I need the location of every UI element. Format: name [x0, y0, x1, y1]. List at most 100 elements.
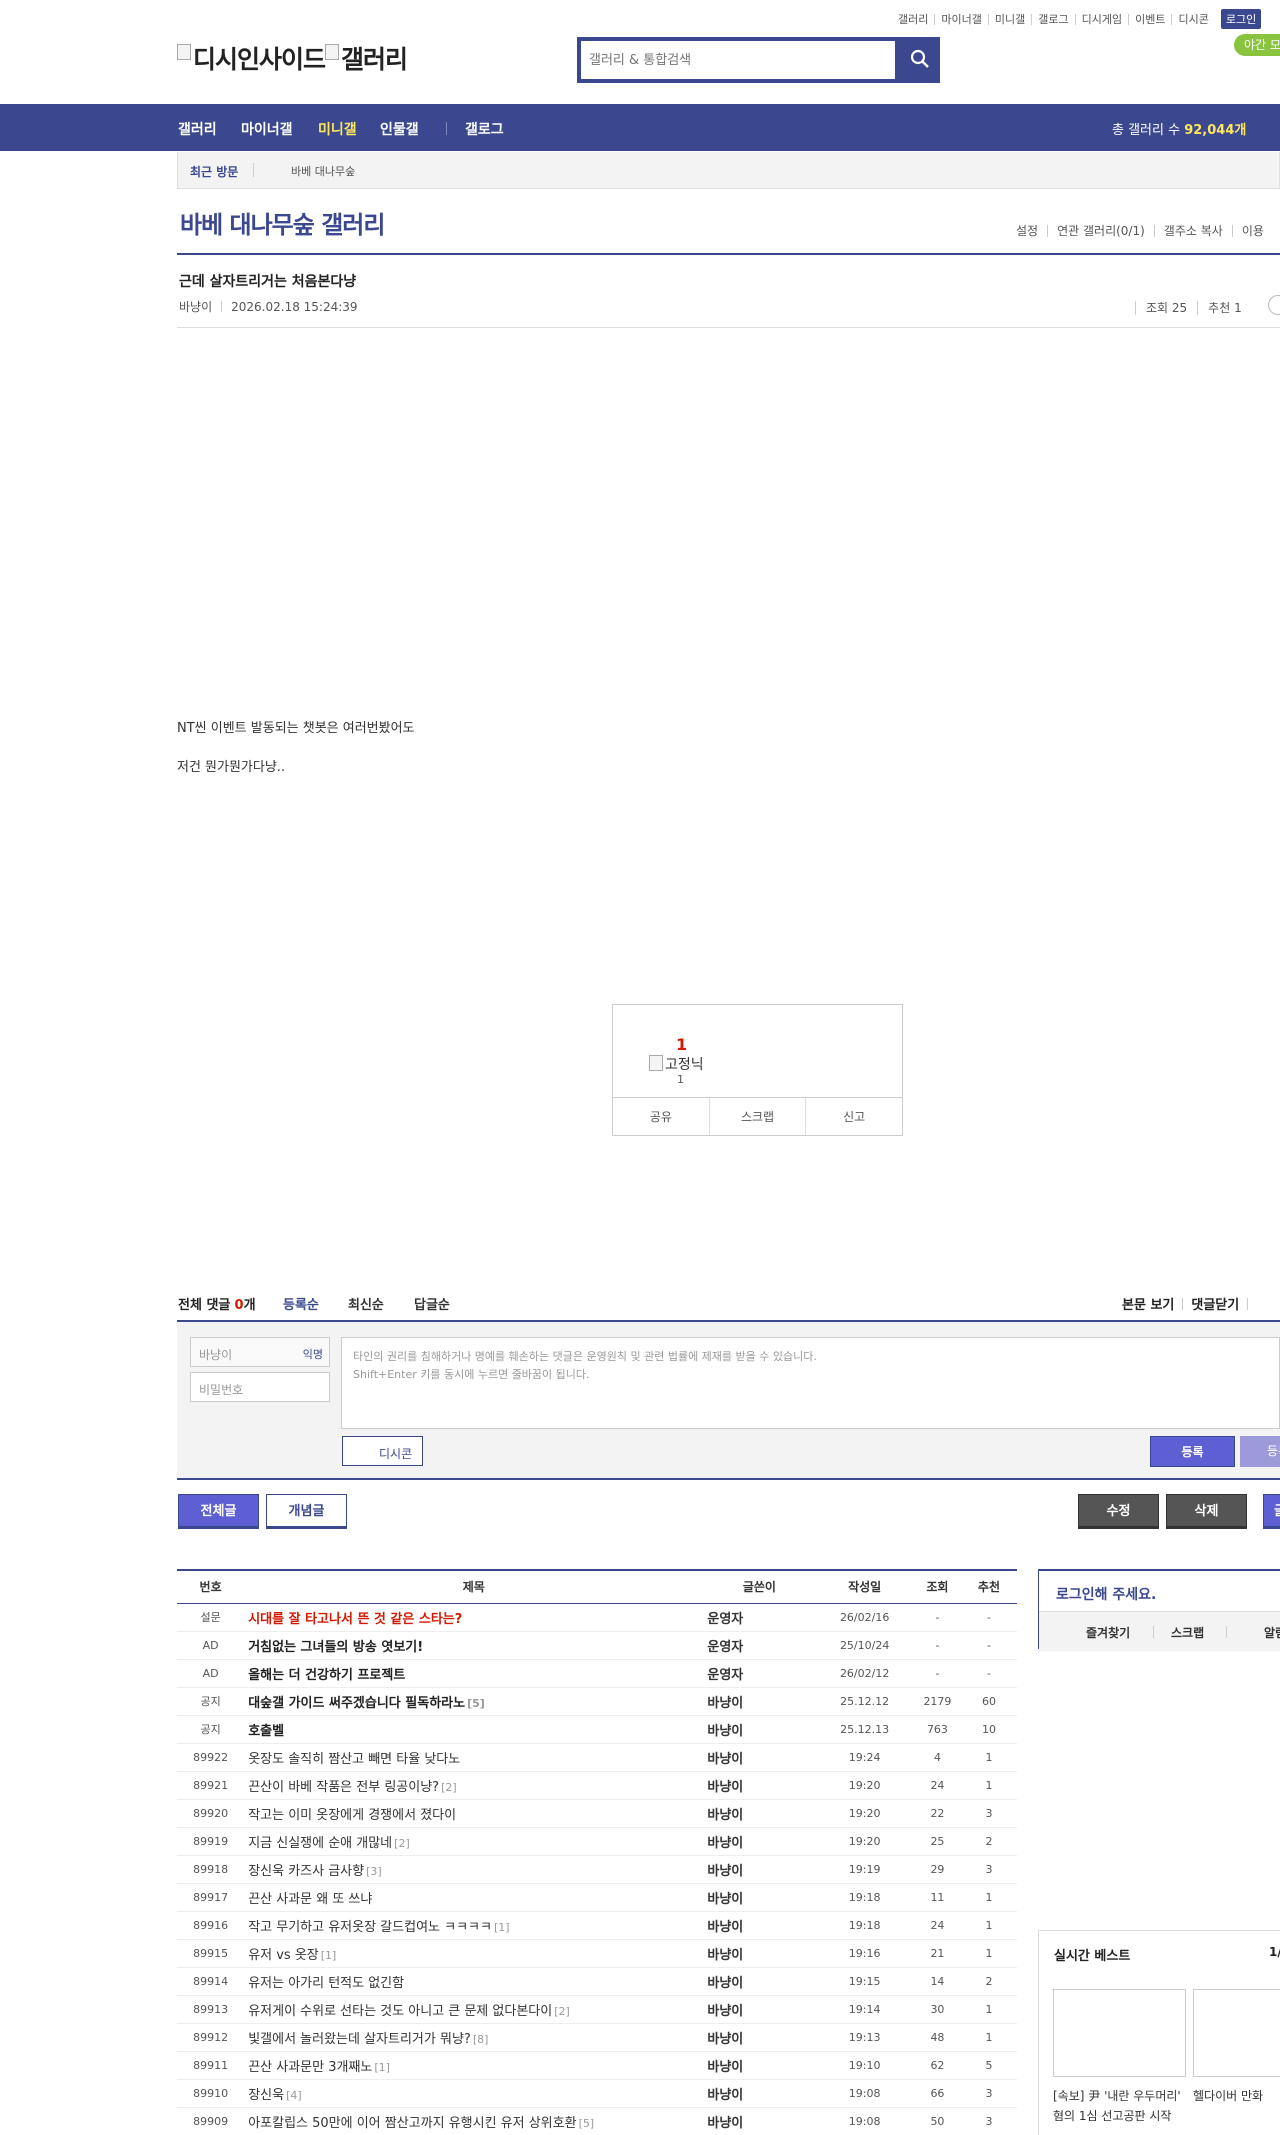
table-row[interactable]: 설문 시대를 잘 타고나서 뜬 것 같은 스타는? 운영자 26/02/16 - -	[177, 1603, 1017, 1631]
row-title[interactable]: 빛갤에서 놀러왔는데 살자트리거가 뭐냥? [8]	[244, 2023, 703, 2051]
row-writer[interactable]: 바냥이	[703, 1883, 815, 1911]
best-caption[interactable]: 헬다이버 만화	[1193, 2086, 1280, 2106]
row-title[interactable]: 옷장도 솔직히 짬산고 빼면 타율 낮다노	[244, 1743, 703, 1771]
row-writer[interactable]: 바냥이	[703, 1799, 815, 1827]
row-title-text[interactable]: 작고 무기하고 유저옷장 갈드컵여노 ㅋㅋㅋㅋ	[248, 1920, 492, 1935]
table-row[interactable]: 89915 유저 vs 옷장 [1] 바냥이 19:16 21 1	[177, 1939, 1017, 1967]
nav-item-person[interactable]: 인물갤	[380, 119, 419, 139]
row-title-text[interactable]: 거침없는 그녀들의 방송 엿보기!	[248, 1640, 423, 1655]
gallery-title[interactable]: 바베 대나무숲 갤러리	[180, 205, 385, 240]
table-row[interactable]: 공지 대숲갤 가이드 써주겠습니다 필독하라노 [5] 바냥이 25.12.12 2179…	[177, 1687, 1017, 1715]
table-row[interactable]: 89914 유저는 아가리 턴적도 없긴함 바냥이 19:15 14 2	[177, 1967, 1017, 1995]
toplink-dccon[interactable]: 디시콘	[1171, 13, 1214, 25]
row-title-text[interactable]: 아포칼립스 50만에 이어 짬산고까지 유행시킨 유저 상위호환	[248, 2116, 576, 2131]
notifications-link[interactable]: 알림	[1264, 1624, 1280, 1641]
row-writer[interactable]: 바냥이	[703, 2023, 815, 2051]
row-title[interactable]: 장신욱 카즈사 금사향 [3]	[244, 1855, 703, 1883]
gallery-settings-link[interactable]: 설정	[1007, 225, 1047, 237]
row-title-text[interactable]: 지금 신실쟁에 순애 개많네	[248, 1836, 392, 1851]
nav-item-gallery[interactable]: 갤러리	[178, 119, 217, 139]
table-row[interactable]: 89912 빛갤에서 놀러왔는데 살자트리거가 뭐냥? [8] 바냥이 19:13 48 1	[177, 2023, 1017, 2051]
toplink-mini[interactable]: 미니갤	[987, 13, 1031, 25]
table-row[interactable]: AD 거침없는 그녀들의 방송 엿보기! 운영자 25/10/24 - -	[177, 1631, 1017, 1659]
row-title[interactable]: 유저게이 수위로 선타는 것도 아니고 큰 문제 없다본다이 [2]	[244, 1995, 703, 2023]
row-title-text[interactable]: 유저는 아가리 턴적도 없긴함	[248, 1976, 404, 1991]
reply-count[interactable]: [3]	[366, 1865, 382, 1878]
usage-link[interactable]: 이용	[1231, 225, 1273, 237]
password-field[interactable]: 비밀번호	[190, 1372, 330, 1402]
nickname-field[interactable]: 바냥이 익명	[190, 1337, 330, 1367]
row-title-text[interactable]: 호출벨	[248, 1724, 284, 1739]
row-title[interactable]: 대숲갤 가이드 써주겠습니다 필독하라노 [5]	[244, 1687, 703, 1715]
scrap-button[interactable]: 스크랩	[708, 1098, 806, 1135]
row-writer[interactable]: 바냥이	[703, 1911, 815, 1939]
toplink-minor[interactable]: 마이너갤	[934, 13, 987, 25]
row-writer[interactable]: 바냥이	[703, 1855, 815, 1883]
best-thumbnail[interactable]	[1053, 1989, 1186, 2077]
row-title-text[interactable]: 끈산이 바베 작품은 전부 링공이냥?	[248, 1780, 439, 1795]
comment-submit-secondary-button[interactable]: 등록	[1240, 1436, 1280, 1467]
row-writer[interactable]: 바냥이	[703, 1995, 815, 2023]
row-title-text[interactable]: 유저 vs 옷장	[248, 1948, 319, 1963]
row-writer[interactable]: 바냥이	[703, 2051, 815, 2079]
table-row[interactable]: 89919 지금 신실쟁에 순애 개많네 [2] 바냥이 19:20 25 2	[177, 1827, 1017, 1855]
edit-button[interactable]: 수정	[1078, 1494, 1159, 1529]
row-title-text[interactable]: 끈산 사과문만 3개째노	[248, 2060, 372, 2075]
reply-count[interactable]: [4]	[286, 2089, 302, 2102]
row-writer[interactable]: 바냥이	[703, 1715, 815, 1743]
row-title[interactable]: 지금 신실쟁에 순애 개많네 [2]	[244, 1827, 703, 1855]
close-comments-link[interactable]: 댓글닫기	[1191, 1298, 1239, 1313]
reply-count[interactable]: [1]	[321, 1949, 337, 1962]
nav-item-mini[interactable]: 미니갤	[318, 119, 357, 139]
concept-posts-button[interactable]: 개념글	[266, 1494, 347, 1529]
row-writer[interactable]: 바냥이	[703, 2107, 815, 2135]
row-title[interactable]: 거침없는 그녀들의 방송 엿보기!	[244, 1631, 703, 1659]
toplink-gallery[interactable]: 갤러리	[892, 14, 934, 25]
table-row[interactable]: 89922 옷장도 솔직히 짬산고 빼면 타율 낮다노 바냥이 19:24 4 1	[177, 1743, 1017, 1771]
row-writer[interactable]: 운영자	[703, 1631, 815, 1659]
row-writer[interactable]: 바냥이	[703, 1939, 815, 1967]
row-writer[interactable]: 바냥이	[703, 1771, 815, 1799]
table-row[interactable]: 89910 장신욱 [4] 바냥이 19:08 66 3	[177, 2079, 1017, 2107]
table-row[interactable]: AD 올해는 더 건강하기 프로젝트 운영자 26/02/12 - -	[177, 1659, 1017, 1687]
row-title[interactable]: 호출벨	[244, 1715, 703, 1743]
table-row[interactable]: 89911 끈산 사과문만 3개째노 [1] 바냥이 19:10 62 5	[177, 2051, 1017, 2079]
row-writer[interactable]: 바냥이	[703, 1743, 815, 1771]
reply-count[interactable]: [2]	[394, 1837, 410, 1850]
post-author[interactable]: 바냥이	[179, 300, 212, 314]
row-title-text[interactable]: 장신욱	[248, 2088, 284, 2103]
nav-item-gallog[interactable]: 갤로그	[465, 119, 504, 139]
sort-replies[interactable]: 답글순	[414, 1294, 450, 1313]
reply-count[interactable]: [2]	[554, 2005, 570, 2018]
share-button[interactable]: 공유	[613, 1098, 709, 1135]
toplink-gallog[interactable]: 갤로그	[1031, 13, 1074, 25]
report-button[interactable]: 신고	[805, 1098, 902, 1135]
related-gallery-link[interactable]: 연관 갤러리(0/1)	[1047, 225, 1154, 237]
row-title[interactable]: 작고 무기하고 유저옷장 갈드컵여노 ㅋㅋㅋㅋ [1]	[244, 1911, 703, 1939]
row-title-text[interactable]: 대숲갤 가이드 써주겠습니다 필독하라노	[248, 1696, 465, 1711]
row-title-text[interactable]: 유저게이 수위로 선타는 것도 아니고 큰 문제 없다본다이	[248, 2004, 552, 2019]
row-title[interactable]: 작고는 이미 옷장에게 경쟁에서 졌다이	[244, 1799, 703, 1827]
fixnick-recommend-button[interactable]: 고정닉	[649, 1054, 704, 1074]
reply-count[interactable]: [2]	[441, 1781, 457, 1794]
row-writer[interactable]: 운영자	[703, 1603, 815, 1631]
row-title[interactable]: 시대를 잘 타고나서 뜬 것 같은 스타는?	[244, 1603, 703, 1631]
reply-count[interactable]: [5]	[467, 1697, 485, 1710]
toplink-dcgame[interactable]: 디시게임	[1074, 13, 1128, 25]
row-title[interactable]: 끈산이 바베 작품은 전부 링공이냥? [2]	[244, 1771, 703, 1799]
reply-count[interactable]: [1]	[374, 2061, 390, 2074]
table-row[interactable]: 89916 작고 무기하고 유저옷장 갈드컵여노 ㅋㅋㅋㅋ [1] 바냥이 19:18 2…	[177, 1911, 1017, 1939]
table-row[interactable]: 89913 유저게이 수위로 선타는 것도 아니고 큰 문제 없다본다이 [2] 바냥…	[177, 1995, 1017, 2023]
more-options-button[interactable]	[1268, 295, 1280, 315]
write-button[interactable]: 글	[1263, 1494, 1280, 1529]
row-title-text[interactable]: 시대를 잘 타고나서 뜬 것 같은 스타는?	[248, 1612, 462, 1627]
table-row[interactable]: 89920 작고는 이미 옷장에게 경쟁에서 졌다이 바냥이 19:20 22 3	[177, 1799, 1017, 1827]
reply-count[interactable]: [1]	[494, 1921, 510, 1934]
row-title-text[interactable]: 끈산 사과문 왜 또 쓰냐	[248, 1892, 372, 1907]
row-title-text[interactable]: 옷장도 솔직히 짬산고 빼면 타율 낮다노	[248, 1752, 460, 1767]
search-input[interactable]	[581, 41, 895, 79]
toplink-event[interactable]: 이벤트	[1128, 13, 1171, 25]
row-title[interactable]: 유저는 아가리 턴적도 없긴함	[244, 1967, 703, 1995]
best-caption[interactable]: [속보] 尹 '내란 우두머리' 혐의 1심 선고공판 시작	[1053, 2086, 1193, 2126]
login-button[interactable]: 로그인	[1220, 9, 1262, 29]
